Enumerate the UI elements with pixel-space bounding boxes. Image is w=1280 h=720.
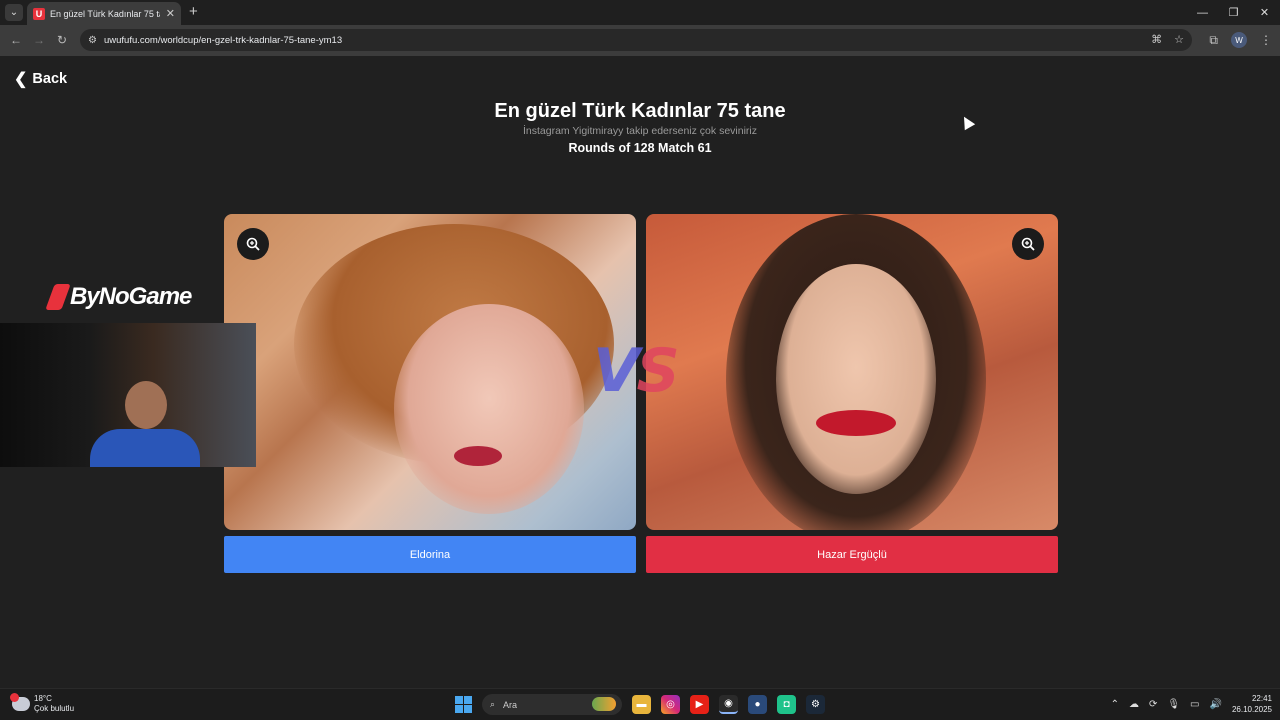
back-label: Back bbox=[32, 71, 68, 87]
taskbar: 18°C Çok bulutlu ⌕ Ara ▬ ◎ ▶ ◉ ● ◘ ⚙ ⌃ ☁… bbox=[0, 688, 1280, 720]
microphone-icon[interactable]: 🎙 bbox=[1167, 699, 1180, 710]
new-tab-button[interactable]: + bbox=[189, 4, 198, 20]
streamer-figure bbox=[90, 381, 200, 467]
right-photo-lips bbox=[816, 410, 896, 436]
zoom-in-icon[interactable] bbox=[1012, 228, 1044, 260]
extensions-icon[interactable]: ⧉ bbox=[1209, 33, 1218, 48]
clock-date: 26.10.2025 bbox=[1231, 705, 1272, 714]
bookmark-star-icon[interactable]: ☆ bbox=[1174, 33, 1184, 46]
page-content: ❮ Back En güzel Türk Kadınlar 75 tane İn… bbox=[0, 56, 1280, 688]
streamer-logo: ByNoGame bbox=[45, 283, 192, 311]
page-subtitle: İnstagram Yigitmirayy takip ederseniz ço… bbox=[522, 125, 757, 137]
left-photo-lips bbox=[454, 446, 502, 466]
notification-badge bbox=[10, 693, 19, 702]
right-photo-face bbox=[776, 264, 936, 494]
forward-arrow-icon[interactable]: → bbox=[33, 33, 45, 47]
reload-icon[interactable]: ↻ bbox=[57, 33, 67, 47]
tab-title: En güzel Türk Kadınlar 75 tane | bbox=[50, 8, 160, 19]
streamer-body bbox=[90, 429, 200, 467]
youtube-icon[interactable]: ▶ bbox=[690, 695, 709, 714]
system-clock[interactable]: 22:41 26.10.2025 bbox=[1232, 693, 1272, 715]
chevron-up-icon[interactable]: ⌃ bbox=[1111, 699, 1119, 710]
close-window-button[interactable]: ✕ bbox=[1249, 0, 1280, 25]
webcam-overlay bbox=[0, 323, 256, 467]
choose-left-button[interactable]: Eldorina bbox=[224, 536, 636, 573]
translate-icon[interactable]: ⌘ bbox=[1151, 33, 1162, 46]
volume-icon[interactable]: 🔊 bbox=[1210, 699, 1222, 710]
onedrive-cloud-icon[interactable]: ☁ bbox=[1129, 699, 1139, 710]
window-controls: — ❐ ✕ bbox=[1187, 0, 1280, 25]
sync-icon[interactable]: ⟳ bbox=[1149, 699, 1157, 710]
instagram-icon[interactable]: ◎ bbox=[661, 695, 680, 714]
profile-avatar[interactable]: W bbox=[1231, 32, 1247, 48]
versus-label: VS bbox=[593, 336, 680, 406]
close-tab-icon[interactable]: ✕ bbox=[166, 7, 175, 20]
steam-icon[interactable]: ⚙ bbox=[806, 695, 825, 714]
search-icon: ⌕ bbox=[490, 699, 496, 709]
versus-s: S bbox=[636, 336, 679, 406]
browser-toolbar: ← → ↻ ⚙ uwufufu.com/worldcup/en-gzel-trk… bbox=[0, 25, 1280, 56]
tab-bar: ⌄ U En güzel Türk Kadınlar 75 tane | ✕ +… bbox=[0, 0, 1280, 25]
page-title: En güzel Türk Kadınlar 75 tane bbox=[494, 100, 786, 122]
weather-widget[interactable]: 18°C Çok bulutlu bbox=[10, 693, 75, 714]
file-explorer-icon[interactable]: ▬ bbox=[632, 695, 651, 714]
app-icon[interactable]: ● bbox=[748, 695, 767, 714]
site-info-icon[interactable]: ⚙ bbox=[88, 35, 97, 46]
streamer-head bbox=[125, 381, 167, 429]
versus-v: V bbox=[593, 336, 639, 406]
taskbar-search[interactable]: ⌕ Ara bbox=[482, 694, 622, 715]
weather-desc: Çok bulutlu bbox=[34, 704, 75, 713]
back-button[interactable]: ❮ Back bbox=[14, 69, 67, 89]
start-button[interactable] bbox=[455, 696, 472, 713]
discord-icon[interactable]: ◘ bbox=[777, 695, 796, 714]
search-highlight-icon bbox=[592, 697, 616, 711]
url-text: uwufufu.com/worldcup/en-gzel-trk-kadnlar… bbox=[103, 34, 343, 46]
chevron-left-icon: ❮ bbox=[14, 71, 28, 88]
minimize-button[interactable]: — bbox=[1187, 0, 1218, 25]
chrome-icon[interactable]: ◉ bbox=[719, 695, 738, 714]
zoom-in-icon[interactable] bbox=[237, 228, 269, 260]
display-icon[interactable]: ▭ bbox=[1190, 699, 1199, 710]
menu-kebab-icon[interactable]: ⋮ bbox=[1260, 33, 1272, 47]
search-placeholder: Ara bbox=[503, 699, 518, 710]
right-candidate-image[interactable] bbox=[646, 214, 1058, 530]
cloud-icon bbox=[10, 693, 30, 711]
brand-name: ByNoGame bbox=[70, 283, 192, 310]
restore-button[interactable]: ❐ bbox=[1218, 0, 1249, 25]
temperature: 18°C bbox=[34, 694, 52, 703]
tab-search-button[interactable]: ⌄ bbox=[5, 4, 23, 21]
round-info: Rounds of 128 Match 61 bbox=[568, 141, 712, 155]
site-favicon-icon: U bbox=[33, 7, 45, 20]
active-tab[interactable]: U En güzel Türk Kadınlar 75 tane | ✕ bbox=[27, 2, 181, 25]
choose-right-button[interactable]: Hazar Ergüçlü bbox=[646, 536, 1058, 573]
address-bar[interactable]: ⚙ uwufufu.com/worldcup/en-gzel-trk-kadnl… bbox=[80, 29, 1192, 51]
back-arrow-icon[interactable]: ← bbox=[10, 33, 22, 47]
clock-time: 22:41 bbox=[1251, 694, 1272, 703]
left-photo-face bbox=[394, 304, 584, 514]
brand-mark-icon bbox=[45, 284, 71, 310]
left-candidate-image[interactable] bbox=[224, 214, 636, 530]
